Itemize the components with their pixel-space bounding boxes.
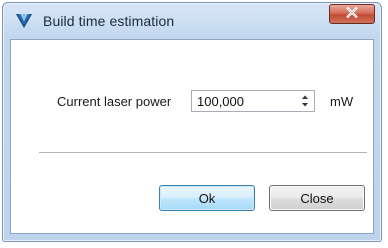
ok-button[interactable]: Ok [159, 185, 255, 211]
laser-power-label: Current laser power [57, 94, 172, 109]
app-logo-icon [15, 12, 33, 30]
dialog-content: Current laser power 100,000 mW Ok Close [10, 39, 374, 234]
spin-arrows-icon[interactable] [298, 92, 312, 110]
laser-power-stepper[interactable]: 100,000 [191, 90, 315, 112]
separator [39, 152, 367, 154]
dialog-window: Build time estimation Current laser powe… [2, 2, 382, 242]
window-close-button[interactable] [329, 4, 375, 24]
laser-power-unit: mW [330, 94, 354, 109]
dialog-title: Build time estimation [43, 13, 175, 29]
title-bar[interactable]: Build time estimation [3, 3, 381, 39]
laser-power-value[interactable]: 100,000 [197, 94, 244, 109]
close-button[interactable]: Close [269, 185, 365, 211]
close-icon [346, 5, 358, 23]
